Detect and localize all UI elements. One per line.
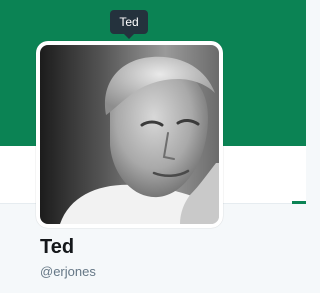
avatar-tooltip: Ted — [110, 10, 148, 34]
avatar-frame[interactable] — [36, 41, 223, 228]
avatar[interactable] — [40, 45, 219, 224]
profile-page: Ted Ted @erjones — [0, 0, 306, 293]
active-tab-indicator — [292, 201, 306, 204]
tooltip-arrow — [124, 34, 134, 39]
profile-name[interactable]: Ted — [40, 236, 74, 259]
profile-handle[interactable]: @erjones — [40, 264, 96, 279]
